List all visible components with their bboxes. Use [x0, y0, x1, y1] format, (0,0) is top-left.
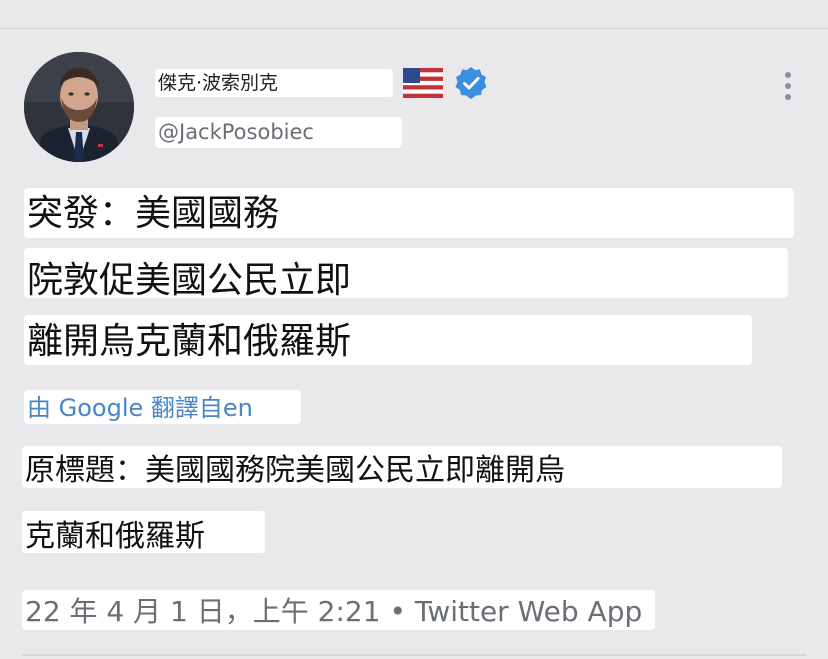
- tweet-timestamp[interactable]: 22 年 4 月 1 日，上午 2:21 • Twitter Web App: [22, 590, 655, 630]
- tweet-text-line: 突發：美國國務: [24, 188, 794, 238]
- avatar-portrait: [24, 52, 134, 162]
- tweet-text-line: 離開烏克蘭和俄羅斯: [24, 315, 752, 365]
- original-title-line: 原標題：美國國務院美國公民立即離開烏: [22, 446, 782, 488]
- author-display-name[interactable]: 傑克·波索別克: [155, 69, 393, 97]
- avatar[interactable]: [24, 52, 134, 162]
- original-title-line: 克蘭和俄羅斯: [22, 511, 265, 553]
- bottom-divider: [22, 654, 806, 656]
- tweet-text-line: 院敦促美國公民立即: [24, 248, 788, 298]
- author-handle[interactable]: @JackPosobiec: [155, 117, 402, 148]
- verified-badge-icon: [455, 67, 487, 99]
- us-flag-icon: [403, 68, 443, 98]
- more-vertical-icon[interactable]: [778, 70, 798, 102]
- translate-link[interactable]: 由 Google 翻譯自en: [24, 390, 301, 424]
- top-divider: [0, 28, 828, 29]
